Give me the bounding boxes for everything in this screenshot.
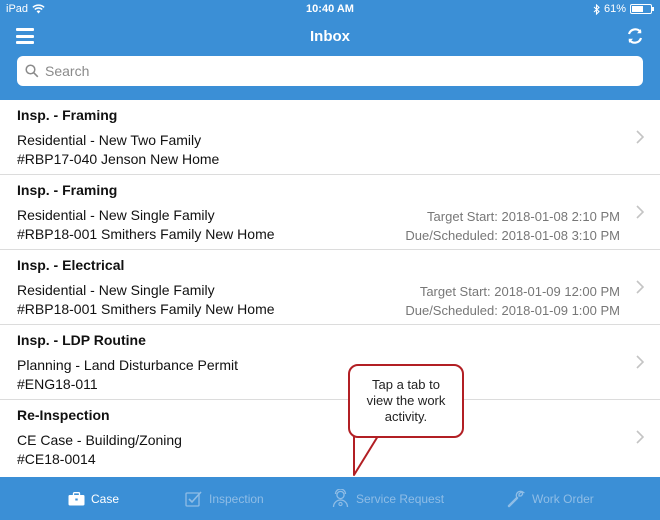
refresh-icon[interactable] <box>624 25 646 47</box>
chevron-right-icon <box>636 355 644 369</box>
item-due-scheduled: Due/Scheduled: 2018-01-09 1:00 PM <box>405 303 620 318</box>
help-tooltip: Tap a tab to view the work activity. <box>348 364 464 438</box>
tab-label: Inspection <box>209 491 264 506</box>
bottom-tab-bar: Case Inspection Service Request Work Ord… <box>0 477 660 520</box>
chevron-right-icon <box>636 430 644 444</box>
item-target-start: Target Start: 2018-01-08 2:10 PM <box>427 209 620 224</box>
item-title: Insp. - Framing <box>17 107 118 123</box>
chevron-right-icon <box>636 130 644 144</box>
status-right-group: 61% <box>593 3 654 15</box>
item-type: Residential - New Single Family <box>17 207 215 223</box>
item-reference: #ENG18-011 <box>17 376 98 392</box>
search-input[interactable] <box>45 63 625 79</box>
bluetooth-icon <box>593 3 600 15</box>
tooltip-line-2: view the work <box>366 393 446 408</box>
item-type: Residential - New Two Family <box>17 132 202 148</box>
status-bar: iPad 10:40 AM 61% <box>0 0 660 18</box>
item-target-start: Target Start: 2018-01-09 12:00 PM <box>419 284 620 299</box>
service-person-icon <box>332 489 349 508</box>
battery-percent: 61% <box>603 3 626 15</box>
item-reference: #RBP18-001 Smithers Family New Home <box>17 301 275 317</box>
battery-icon <box>630 4 654 14</box>
tooltip-line-3: activity. <box>384 409 428 424</box>
tab-label: Service Request <box>356 491 445 506</box>
item-type: Planning - Land Disturbance Permit <box>17 357 239 373</box>
list-item[interactable]: Insp. - Framing Residential - New Two Fa… <box>0 100 660 175</box>
page-title: Inbox <box>310 28 350 45</box>
item-title: Insp. - Framing <box>17 182 118 198</box>
search-icon <box>25 64 39 78</box>
chevron-right-icon <box>636 280 644 294</box>
search-bar[interactable] <box>17 56 643 86</box>
item-title: Re-Inspection <box>17 407 110 423</box>
wrench-icon <box>507 490 526 508</box>
item-type: CE Case - Building/Zoning <box>17 432 182 448</box>
briefcase-icon <box>68 491 85 505</box>
list-item[interactable]: Insp. - LDP Routine Planning - Land Dist… <box>0 325 660 400</box>
inbox-list: Insp. - Framing Residential - New Two Fa… <box>0 100 660 475</box>
item-reference: #CE18-0014 <box>17 451 96 467</box>
item-title: Insp. - LDP Routine <box>17 332 146 348</box>
tab-inspection[interactable]: Inspection <box>185 477 264 520</box>
navigation-bar: Inbox <box>0 20 660 52</box>
item-reference: #RBP17-040 Jenson New Home <box>17 151 220 167</box>
status-time: 10:40 AM <box>306 3 354 15</box>
tab-label: Case <box>91 491 120 506</box>
list-item[interactable]: Insp. - Framing Residential - New Single… <box>0 175 660 250</box>
list-item[interactable]: Insp. - Electrical Residential - New Sin… <box>0 250 660 325</box>
item-reference: #RBP18-001 Smithers Family New Home <box>17 226 275 242</box>
item-title: Insp. - Electrical <box>17 257 125 273</box>
item-due-scheduled: Due/Scheduled: 2018-01-08 3:10 PM <box>405 228 620 243</box>
checklist-icon <box>185 490 202 507</box>
list-item[interactable]: Re-Inspection CE Case - Building/Zoning … <box>0 400 660 475</box>
top-bar: iPad 10:40 AM 61% Inbox <box>0 0 660 100</box>
tab-service-request[interactable]: Service Request <box>331 477 444 520</box>
item-type: Residential - New Single Family <box>17 282 215 298</box>
chevron-right-icon <box>636 205 644 219</box>
battery-fill <box>632 6 643 12</box>
tooltip-line-1: Tap a tab to <box>372 377 440 392</box>
tab-label: Work Order <box>532 491 594 506</box>
tab-case[interactable]: Case <box>68 477 119 520</box>
tab-work-order[interactable]: Work Order <box>507 477 594 520</box>
